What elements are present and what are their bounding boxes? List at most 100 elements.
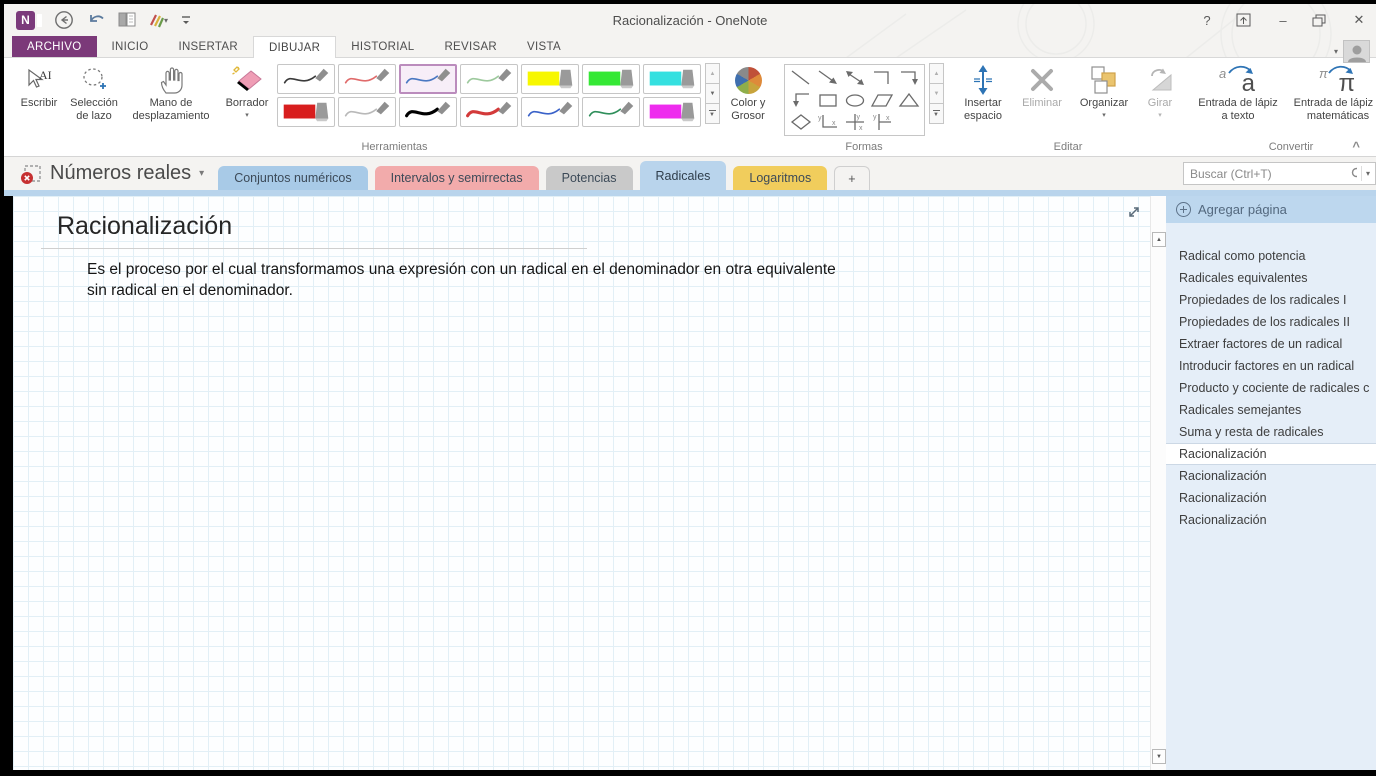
shape-triangle[interactable] — [895, 89, 922, 111]
pen-swatch[interactable] — [399, 97, 457, 127]
page-canvas[interactable]: Racionalización Es el proceso por el cua… — [13, 196, 1150, 770]
favorite-pens-button[interactable]: ▾ — [148, 10, 168, 30]
collapse-ribbon-button[interactable]: ^ — [1352, 139, 1360, 154]
pen-swatch[interactable] — [338, 64, 396, 94]
page-list-item[interactable]: Racionalización — [1166, 487, 1376, 509]
gallery-up-button[interactable]: ▲ — [705, 63, 720, 84]
dock-to-desktop-button[interactable] — [118, 10, 136, 30]
section-tab-conjuntos-numericos[interactable]: Conjuntos numéricos — [218, 166, 368, 190]
page-list-item[interactable]: Suma y resta de radicales — [1166, 421, 1376, 443]
scroll-down-button[interactable]: ▼ — [1152, 749, 1166, 764]
customize-qat-button[interactable] — [180, 10, 192, 30]
section-tab-potencias[interactable]: Potencias — [545, 166, 633, 190]
pen-swatch[interactable] — [277, 64, 335, 94]
color-y-grosor-button[interactable]: Color y Grosor — [722, 61, 774, 124]
left-letterbox — [4, 196, 13, 770]
page-body-text[interactable]: Es el proceso por el cual transformamos … — [87, 259, 845, 301]
shape-arrow[interactable] — [814, 67, 841, 89]
page-title[interactable]: Racionalización — [57, 212, 232, 241]
tab-archivo[interactable]: ARCHIVO — [12, 36, 97, 57]
undo-button[interactable] — [86, 10, 106, 30]
window-controls: ? – ✕ — [1198, 4, 1368, 36]
shape-axes-half[interactable]: yx — [868, 111, 895, 133]
pen-swatch[interactable] — [460, 97, 518, 127]
page-list-item-selected[interactable]: Racionalización — [1166, 443, 1376, 465]
section-tab-intervalos-y-semirrectas[interactable]: Intervalos y semirrectas — [374, 166, 539, 190]
gallery-up-button[interactable]: ▲ — [929, 63, 944, 84]
highlighter-swatch[interactable] — [643, 97, 701, 127]
shape-axes-l[interactable]: yx — [814, 111, 841, 133]
scroll-up-button[interactable]: ▲ — [1152, 232, 1166, 247]
highlighter-swatch[interactable] — [277, 97, 335, 127]
shape-axes-cross[interactable]: yx — [841, 111, 868, 133]
entrada-lapiz-a-matematicas-button[interactable]: π π Entrada de lápiz a matemáticas — [1286, 61, 1376, 124]
page-list-item[interactable]: Radical como potencia — [1166, 245, 1376, 267]
highlighter-swatch[interactable] — [582, 64, 640, 94]
insertar-espacio-button[interactable]: Insertar espacio — [954, 61, 1012, 124]
page-list-item[interactable]: Radicales semejantes — [1166, 399, 1376, 421]
add-page-button[interactable]: Agregar página — [1166, 196, 1376, 223]
search-icon[interactable] — [1351, 167, 1357, 181]
shape-ellipse[interactable] — [841, 89, 868, 111]
ribbon-display-options-button[interactable] — [1236, 13, 1254, 27]
pen-swatch[interactable] — [582, 97, 640, 127]
shape-gallery: yx yx yx — [784, 64, 925, 136]
page-list-item[interactable]: Propiedades de los radicales I — [1166, 289, 1376, 311]
page-list-item[interactable]: Introducir factores en un radical — [1166, 355, 1376, 377]
pen-swatch[interactable] — [338, 97, 396, 127]
help-button[interactable]: ? — [1198, 13, 1216, 28]
shape-diamond[interactable] — [787, 111, 814, 133]
shape-corner[interactable] — [868, 67, 895, 89]
group-label-formas: Formas — [845, 141, 883, 153]
page-list-item[interactable]: Producto y cociente de radicales c — [1166, 377, 1376, 399]
notebook-switcher[interactable]: Números reales ▾ — [4, 162, 204, 185]
tab-insertar[interactable]: INSERTAR — [163, 36, 252, 57]
entrada-lapiz-a-texto-button[interactable]: a a Entrada de lápiz a texto — [1192, 61, 1284, 124]
mano-de-desplazamiento-button[interactable]: Mano de desplazamiento — [125, 61, 217, 124]
shape-hook-arrow[interactable] — [787, 89, 814, 111]
back-button[interactable] — [54, 10, 74, 30]
shape-rectangle[interactable] — [814, 89, 841, 111]
tab-revisar[interactable]: REVISAR — [429, 36, 512, 57]
tab-inicio[interactable]: INICIO — [97, 36, 164, 57]
shape-double-arrow[interactable] — [841, 67, 868, 89]
shape-corner-arrow[interactable] — [895, 67, 922, 89]
pen-swatch[interactable] — [460, 64, 518, 94]
page-list-item[interactable]: Propiedades de los radicales II — [1166, 311, 1376, 333]
gallery-more-button[interactable]: ▼ — [705, 103, 720, 124]
onenote-logo-icon[interactable]: N — [16, 10, 42, 30]
page-list-item[interactable]: Racionalización — [1166, 465, 1376, 487]
tab-vista[interactable]: VISTA — [512, 36, 576, 57]
minimize-button[interactable]: – — [1274, 13, 1292, 28]
search-input[interactable] — [1184, 166, 1351, 181]
escribir-button[interactable]: AI Escribir — [15, 61, 63, 112]
section-tab-radicales[interactable]: Radicales — [639, 161, 727, 190]
tab-dibujar[interactable]: DIBUJAR — [252, 36, 337, 58]
organizar-button[interactable]: Organizar ▾ — [1072, 61, 1136, 121]
restore-button[interactable] — [1312, 14, 1330, 27]
pen-swatch[interactable] — [399, 64, 457, 94]
girar-button[interactable]: Girar ▾ — [1138, 61, 1182, 121]
shape-parallelogram[interactable] — [868, 89, 895, 111]
pen-swatch[interactable] — [521, 97, 579, 127]
highlighter-swatch[interactable] — [643, 64, 701, 94]
search-scope-dropdown-icon[interactable]: ▾ — [1361, 169, 1375, 178]
account-area[interactable]: ▾ — [1334, 40, 1370, 63]
highlighter-swatch[interactable] — [521, 64, 579, 94]
page-list-item[interactable]: Racionalización — [1166, 509, 1376, 531]
full-page-view-icon[interactable] — [1126, 204, 1142, 220]
gallery-down-button[interactable]: ▼ — [705, 83, 720, 104]
shape-line[interactable] — [787, 67, 814, 89]
borrador-button[interactable]: Borrador ▾ — [219, 61, 275, 121]
page-list-item[interactable]: Extraer factores de un radical — [1166, 333, 1376, 355]
new-section-tab[interactable]: + — [834, 166, 870, 190]
eliminar-button[interactable]: Eliminar — [1014, 61, 1070, 112]
gallery-more-button[interactable]: ▼ — [929, 103, 944, 124]
gallery-down-button[interactable]: ▼ — [929, 83, 944, 104]
tab-historial[interactable]: HISTORIAL — [336, 36, 429, 57]
vertical-scrollbar[interactable]: ▲ ▼ — [1150, 196, 1166, 770]
close-button[interactable]: ✕ — [1350, 12, 1368, 28]
page-list-item[interactable]: Radicales equivalentes — [1166, 267, 1376, 289]
section-tab-logaritmos[interactable]: Logaritmos — [733, 166, 828, 190]
seleccion-de-lazo-button[interactable]: Selección de lazo — [65, 61, 123, 124]
